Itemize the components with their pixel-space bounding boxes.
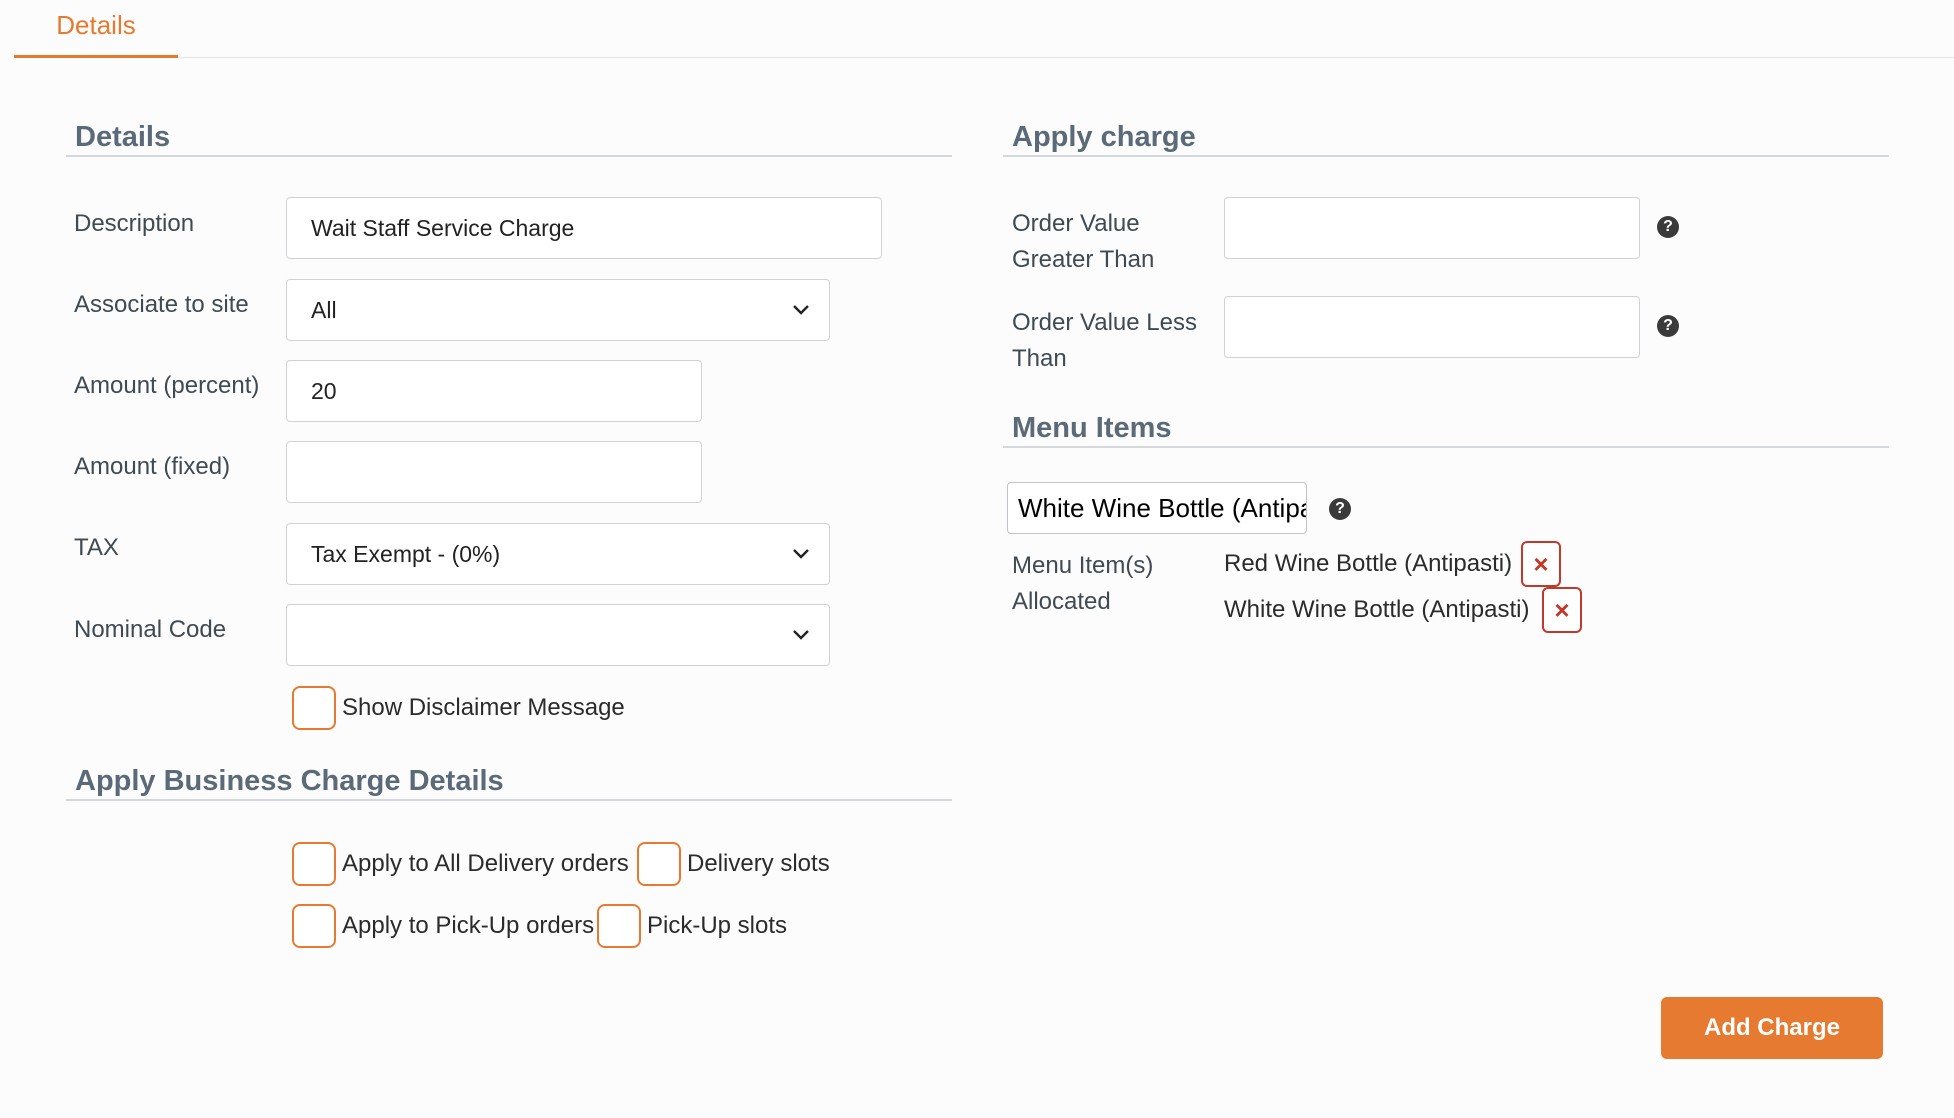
amount-fixed-label: Amount (fixed) [74,453,231,480]
allocated-label-line2: Allocated [1012,588,1111,615]
chevron-down-icon [793,549,809,559]
close-icon: × [1533,549,1549,579]
nominal-select[interactable] [286,604,830,666]
less-label: Order Value Less Than [1012,305,1197,377]
all-delivery-label: Apply to All Delivery orders [342,850,629,877]
amount-percent-input[interactable]: 20 [286,360,702,422]
amount-fixed-input[interactable] [286,441,702,503]
tab-bar: Details [14,0,1954,58]
chevron-down-icon [793,305,809,315]
site-select[interactable]: All [286,279,830,341]
delivery-slots-label: Delivery slots [687,850,830,877]
disclaimer-label: Show Disclaimer Message [342,694,625,721]
help-icon[interactable]: ? [1657,315,1679,337]
less-label-line1: Order Value Less [1012,309,1197,336]
menu-item-search-input[interactable]: White Wine Bottle (Antipasti) [1007,482,1307,534]
details-heading: Details [66,117,952,157]
nominal-label: Nominal Code [74,616,227,643]
allocated-label: Menu Item(s) Allocated [1012,548,1153,620]
pickup-slots-label: Pick-Up slots [647,912,788,939]
greater-input[interactable] [1224,197,1640,259]
allocated-item: Red Wine Bottle (Antipasti) [1224,550,1513,577]
greater-label-line1: Order Value [1012,210,1140,237]
allocated-item: White Wine Bottle (Antipasti) [1224,596,1530,623]
close-icon: × [1554,595,1570,625]
all-delivery-checkbox[interactable] [292,842,336,886]
pickup-checkbox[interactable] [292,904,336,948]
less-label-line2: Than [1012,345,1067,372]
description-input[interactable]: Wait Staff Service Charge [286,197,882,259]
allocated-label-line1: Menu Item(s) [1012,552,1154,579]
apply-charge-heading: Apply charge [1003,117,1889,157]
pickup-slots-checkbox[interactable] [597,904,641,948]
business-heading: Apply Business Charge Details [66,761,952,801]
remove-item-button[interactable]: × [1521,541,1561,587]
less-input[interactable] [1224,296,1640,358]
help-icon[interactable]: ? [1329,498,1351,520]
description-label: Description [74,210,195,237]
delivery-slots-checkbox[interactable] [637,842,681,886]
site-label: Associate to site [74,291,249,318]
amount-percent-label: Amount (percent) [74,372,260,399]
add-charge-button[interactable]: Add Charge [1661,997,1883,1059]
tax-label: TAX [74,534,119,561]
disclaimer-checkbox[interactable] [292,686,336,730]
greater-label: Order Value Greater Than [1012,206,1154,278]
tab-details[interactable]: Details [14,0,178,58]
help-icon[interactable]: ? [1657,216,1679,238]
chevron-down-icon [793,630,809,640]
tax-select-value: Tax Exempt - (0%) [311,541,501,567]
greater-label-line2: Greater Than [1012,246,1155,273]
pickup-label: Apply to Pick-Up orders [342,912,595,939]
tax-select[interactable]: Tax Exempt - (0%) [286,523,830,585]
menu-items-heading: Menu Items [1003,408,1889,448]
site-select-value: All [311,297,337,323]
remove-item-button[interactable]: × [1542,587,1582,633]
